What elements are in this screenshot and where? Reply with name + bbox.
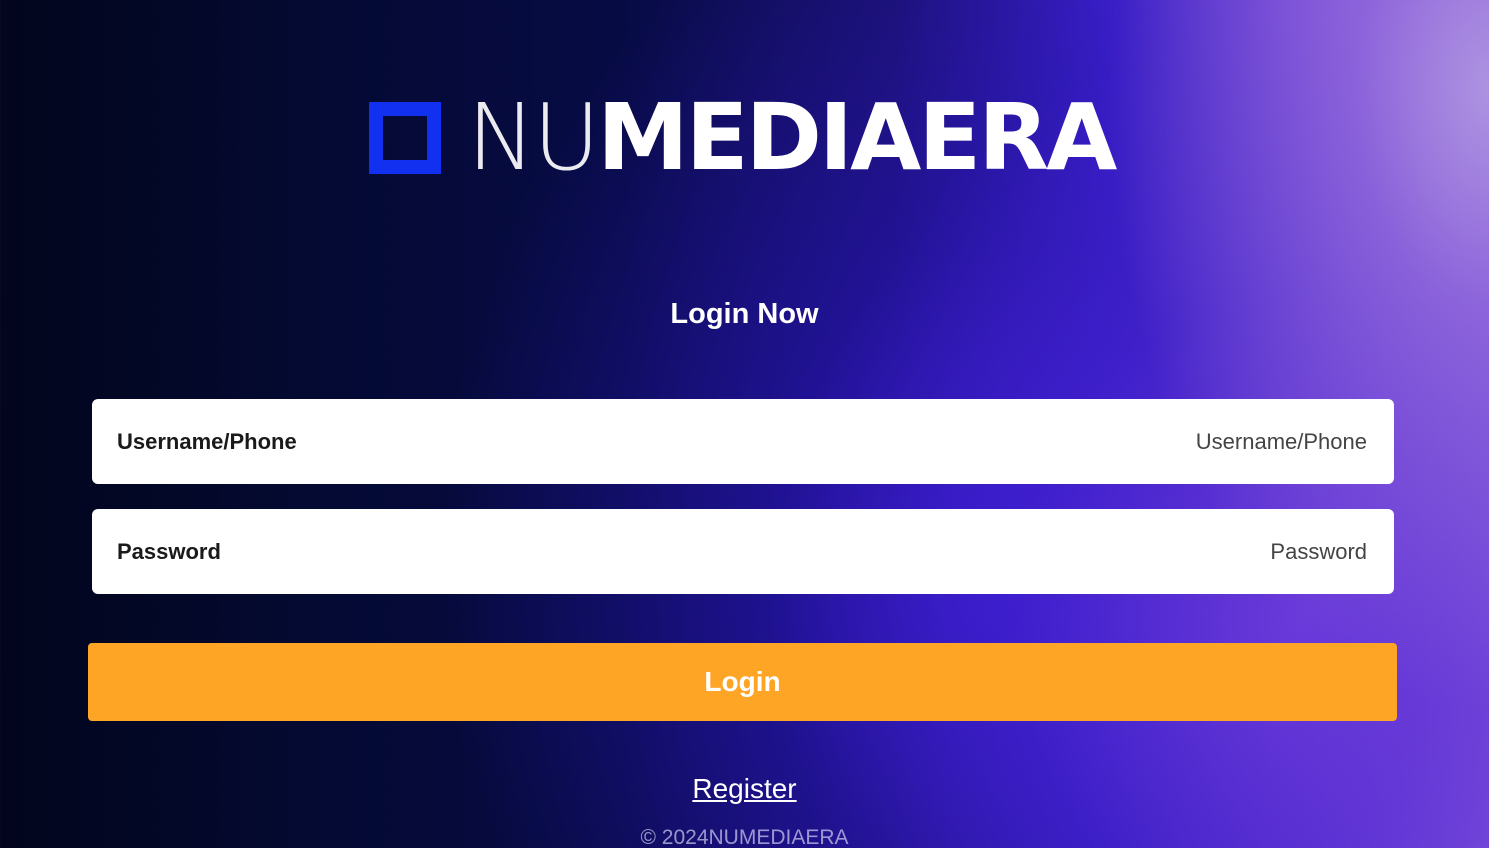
username-input[interactable] <box>316 427 1369 456</box>
password-input[interactable] <box>240 537 1369 566</box>
logo-wordmark-era: ERA <box>918 84 1117 191</box>
password-field[interactable]: Password <box>92 509 1394 594</box>
logo-wordmark: NUMEDIAERA <box>467 92 1117 184</box>
logo-wordmark-nu: NU <box>467 84 600 191</box>
copyright-text: © 2024NUMEDIAERA <box>640 826 849 848</box>
brand-logo: NUMEDIAERA <box>369 92 1117 184</box>
login-button[interactable]: Login <box>88 643 1397 721</box>
username-label: Username/Phone <box>117 428 297 454</box>
register-link[interactable]: Register <box>692 773 796 804</box>
logo-wordmark-media: MEDIA <box>597 84 921 191</box>
password-label: Password <box>117 538 221 564</box>
username-field[interactable]: Username/Phone <box>92 399 1394 484</box>
logo-square-icon <box>369 102 441 174</box>
page-title: Login Now <box>670 298 819 330</box>
register-link-container: Register <box>0 773 1489 805</box>
